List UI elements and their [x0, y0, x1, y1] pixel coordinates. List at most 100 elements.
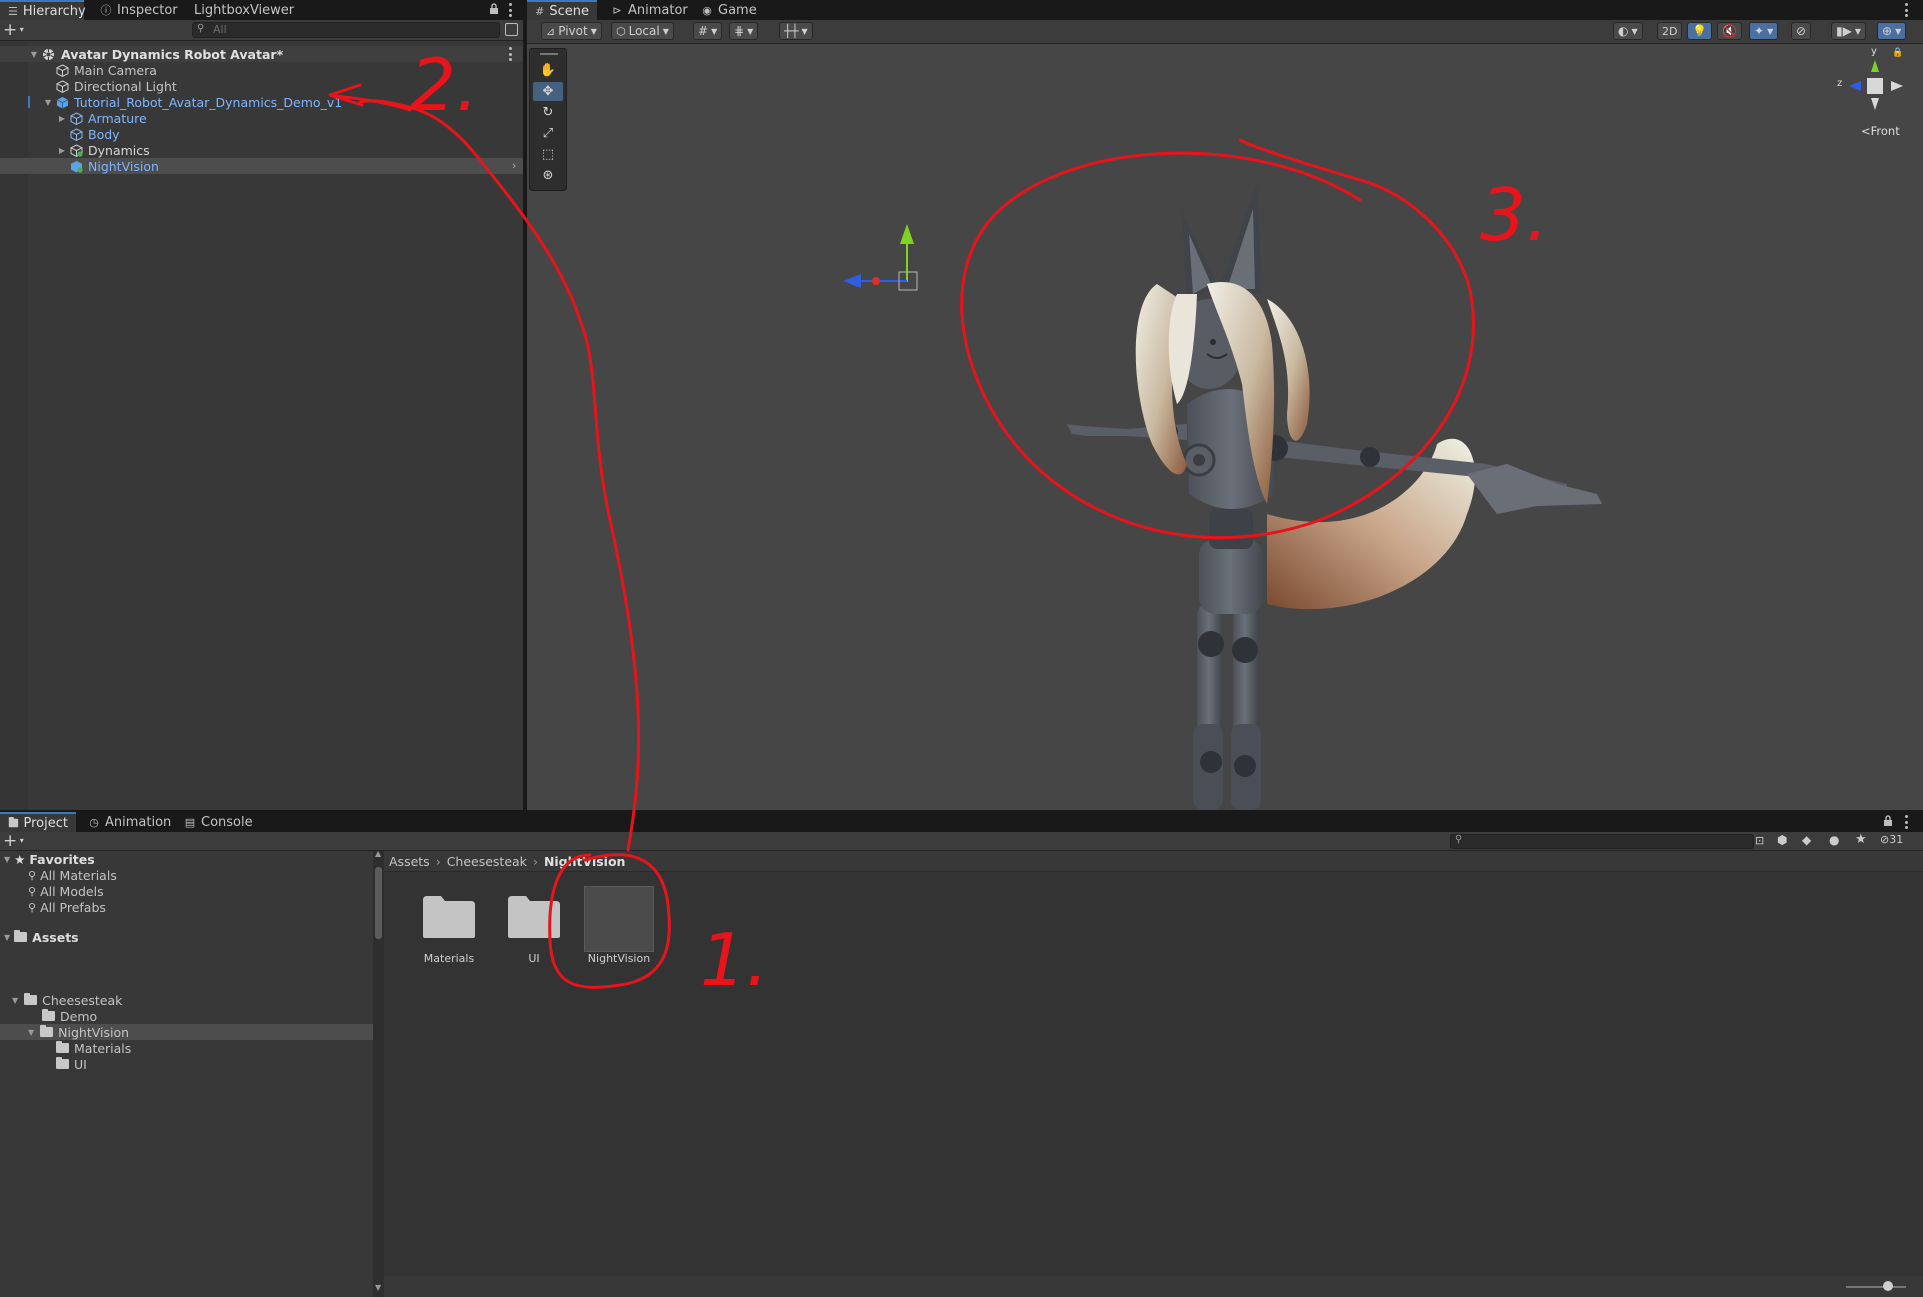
tab-project[interactable]: Project: [0, 812, 76, 832]
favorite-star-icon[interactable]: ★: [1855, 832, 1867, 847]
tab-lightbox-viewer[interactable]: LightboxViewer: [186, 0, 302, 20]
icon-size-slider-thumb[interactable]: [1883, 1281, 1893, 1291]
audio-toggle[interactable]: 🔇: [1717, 22, 1742, 40]
hidden-packages-toggle[interactable]: ⊘31: [1880, 833, 1903, 846]
tab-animation-label: Animation: [105, 814, 172, 830]
scale-tool-button[interactable]: ⤢: [533, 124, 563, 143]
scene-menu-icon[interactable]: [1904, 3, 1908, 17]
lock-icon[interactable]: [489, 3, 499, 15]
tab-animation[interactable]: ◷ Animation: [80, 812, 179, 832]
folder-nightvision[interactable]: ▼ NightVision: [0, 1024, 373, 1040]
scroll-down-icon[interactable]: ▼: [375, 1283, 381, 1292]
shading-mode-dropdown[interactable]: ◐ ▼: [1613, 22, 1643, 40]
search-scope-icon[interactable]: ⊡: [1755, 834, 1764, 847]
icon-size-slider-track[interactable]: [1846, 1286, 1906, 1288]
ruler-dropdown[interactable]: ┼┼ ▼: [779, 22, 813, 40]
hierarchy-item-dynamics[interactable]: ▶ Dynamics: [0, 142, 523, 158]
folder-ui[interactable]: UI: [56, 1056, 87, 1072]
hierarchy-item-directional-light[interactable]: Directional Light: [0, 78, 523, 94]
tab-lightbox-label: LightboxViewer: [194, 2, 295, 18]
assets-root[interactable]: ▼ Assets: [0, 929, 79, 945]
transform-icon: ⊛: [542, 168, 554, 183]
info-icon: ⓘ: [100, 4, 112, 17]
local-dropdown[interactable]: ⬡ Local ▼: [611, 22, 674, 40]
rotate-tool-button[interactable]: ↻: [533, 103, 563, 122]
hierarchy-item-nightvision[interactable]: NightVision ›: [0, 158, 523, 174]
gizmo-lock-icon[interactable]: 🔒: [1892, 48, 1903, 58]
expand-arrow-icon[interactable]: ▼: [12, 996, 18, 1005]
pivot-dropdown[interactable]: ⊿ Pivot ▼: [541, 22, 602, 40]
lock-icon[interactable]: [1883, 815, 1893, 827]
collapsed-arrow-icon[interactable]: ▶: [57, 145, 67, 155]
expand-arrow-icon[interactable]: ▼: [29, 49, 39, 59]
asset-materials-folder[interactable]: Materials: [404, 886, 494, 966]
filter-by-label-icon[interactable]: ◆: [1802, 833, 1811, 847]
scene-root-row[interactable]: ▼ Avatar Dynamics Robot Avatar*: [0, 46, 523, 62]
assets-label: Assets: [32, 929, 79, 945]
expand-arrow-icon[interactable]: ▼: [4, 855, 10, 864]
hierarchy-item-armature[interactable]: ▶ Armature: [0, 110, 523, 126]
project-search-input[interactable]: ⚲: [1450, 834, 1754, 849]
breadcrumb-cheesesteak[interactable]: Cheesesteak: [447, 854, 527, 869]
tab-console[interactable]: ▤ Console: [176, 812, 261, 832]
move-tool-button[interactable]: ✥: [533, 82, 563, 101]
scroll-up-icon[interactable]: ▲: [375, 849, 381, 858]
folder-materials[interactable]: Materials: [56, 1040, 131, 1056]
favorite-all-models[interactable]: ⚲ All Models: [28, 883, 104, 899]
tab-animator[interactable]: ⊳ Animator: [603, 0, 696, 20]
filter-by-type-icon[interactable]: ⬢: [1777, 833, 1787, 847]
tab-game[interactable]: ◉ Game: [693, 0, 765, 20]
hidden-objects-toggle[interactable]: ⊘: [1791, 22, 1812, 40]
scene-visibility-icon[interactable]: [505, 23, 518, 36]
hierarchy-search-input[interactable]: ⚲ All: [192, 22, 500, 38]
speaker-muted-icon: 🔇: [1722, 24, 1737, 38]
scene-menu-icon[interactable]: [508, 47, 512, 61]
chevron-down-icon: ▼: [801, 26, 808, 36]
favorite-all-materials[interactable]: ⚲ All Materials: [28, 867, 117, 883]
tab-scene[interactable]: # Scene: [527, 0, 597, 20]
lighting-toggle[interactable]: 💡: [1687, 22, 1712, 40]
orientation-gizmo[interactable]: y z <Front: [1833, 46, 1917, 150]
tab-hierarchy[interactable]: ☰ Hierarchy: [0, 0, 86, 20]
rect-tool-button[interactable]: ⬚: [533, 145, 563, 164]
increment-snap-dropdown[interactable]: ⋕ ▼: [729, 22, 759, 40]
hierarchy-item-robot-avatar[interactable]: ▼ Tutorial_Robot_Avatar_Dynamics_Demo_v1: [0, 94, 523, 110]
project-menu-icon[interactable]: [1904, 815, 1908, 829]
add-object-button[interactable]: + ▾: [3, 21, 24, 39]
scene-name: Avatar Dynamics Robot Avatar*: [61, 46, 284, 62]
grid-snap-dropdown[interactable]: # ▼: [693, 22, 723, 40]
breadcrumb-assets[interactable]: Assets: [389, 854, 430, 869]
warning-filter-icon[interactable]: ●: [1829, 833, 1839, 847]
hand-tool-button[interactable]: ✋: [533, 61, 563, 80]
hierarchy-item-main-camera[interactable]: Main Camera: [0, 62, 523, 78]
gameobject-cube-icon: [56, 63, 69, 77]
toggle-2d-button[interactable]: 2D: [1657, 22, 1683, 40]
hierarchy-menu-icon[interactable]: [508, 3, 512, 17]
asset-nightvision-prefab[interactable]: NightVision: [574, 882, 664, 966]
camera-settings-dropdown[interactable]: ▮▶ ▼: [1831, 22, 1866, 40]
expand-arrow-icon[interactable]: ▼: [4, 933, 10, 942]
breadcrumb-nightvision[interactable]: NightVision: [544, 854, 626, 869]
effects-dropdown[interactable]: ✦ ▼: [1749, 22, 1779, 40]
folder-demo[interactable]: Demo: [42, 1008, 97, 1024]
chevron-down-icon: ▼: [1767, 26, 1774, 36]
tools-drag-handle[interactable]: [540, 53, 558, 55]
tab-inspector[interactable]: ⓘ Inspector: [92, 0, 186, 20]
create-asset-button[interactable]: + ▾: [3, 832, 24, 850]
collapsed-arrow-icon[interactable]: ▶: [57, 113, 67, 123]
view-label[interactable]: <Front: [1861, 124, 1900, 138]
favorite-all-prefabs[interactable]: ⚲ All Prefabs: [28, 899, 106, 915]
gizmos-dropdown[interactable]: ⊕ ▼: [1877, 22, 1907, 40]
folder-cheesesteak[interactable]: ▼ Cheesesteak: [12, 992, 122, 1008]
scene-viewport[interactable]: y z <Front 🔒: [527, 44, 1923, 810]
expand-arrow-icon[interactable]: ▼: [43, 97, 53, 107]
favorites-header[interactable]: ▼ ★ Favorites: [0, 851, 95, 867]
chevron-right-icon[interactable]: ›: [512, 159, 516, 172]
hierarchy-item-body[interactable]: Body: [0, 126, 523, 142]
asset-ui-folder[interactable]: UI: [489, 886, 579, 966]
tree-scrollbar[interactable]: ▲ ▼: [373, 849, 384, 1297]
scrollbar-thumb[interactable]: [375, 867, 382, 939]
asset-label: Materials: [423, 952, 475, 965]
expand-arrow-icon[interactable]: ▼: [28, 1028, 34, 1037]
transform-tool-button[interactable]: ⊛: [533, 166, 563, 185]
